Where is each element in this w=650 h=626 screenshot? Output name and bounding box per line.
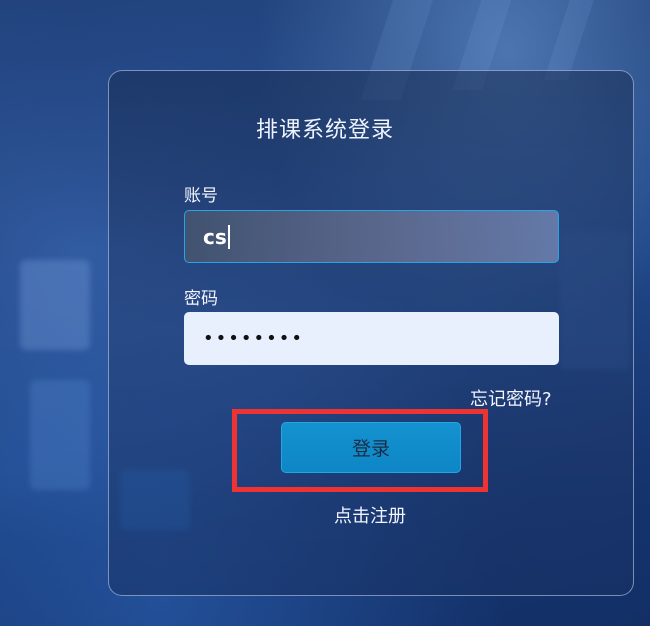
password-input-value: •••••••• — [203, 328, 304, 349]
password-label: 密码 — [184, 289, 218, 309]
forgot-password-link[interactable]: 忘记密码? — [470, 385, 552, 411]
password-input[interactable]: •••••••• — [184, 312, 559, 365]
account-input-value: cs — [203, 224, 227, 249]
login-button-highlight-box — [232, 409, 488, 492]
text-caret — [227, 224, 230, 249]
page-title: 排课系统登录 — [255, 118, 394, 143]
register-link[interactable]: 点击注册 — [334, 502, 406, 528]
account-label: 账号 — [184, 186, 218, 206]
register-link-row: 点击注册 — [0, 502, 650, 528]
account-input[interactable]: cs — [184, 210, 559, 263]
